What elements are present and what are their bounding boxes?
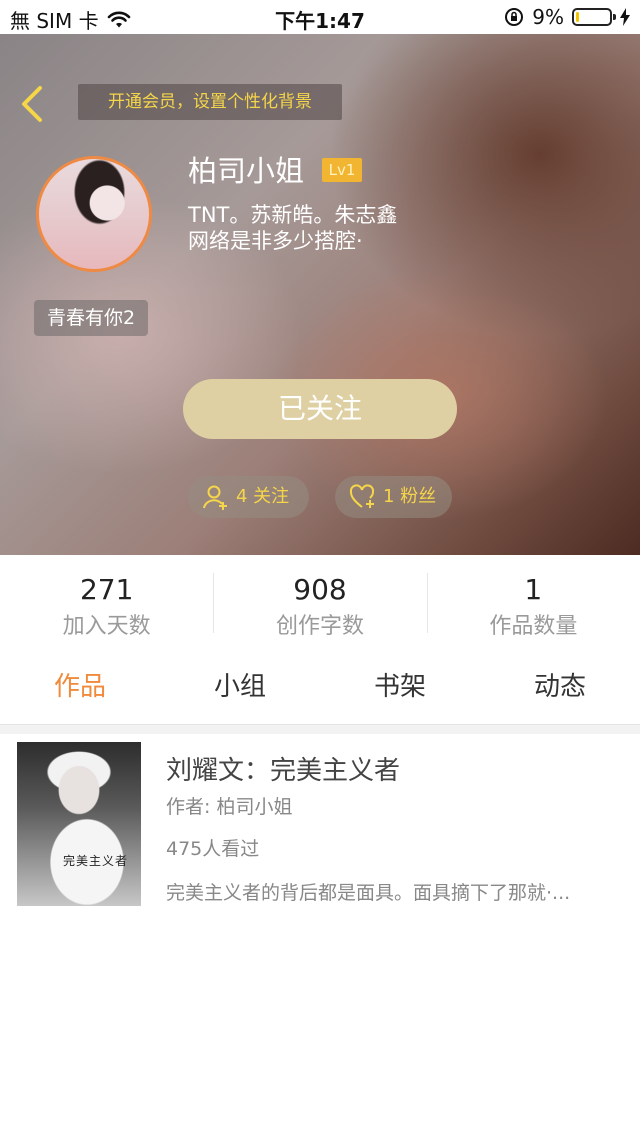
- divider: [0, 724, 640, 734]
- user-add-icon: [203, 485, 227, 510]
- stat-label: 作品数量: [489, 614, 578, 639]
- stat-word-count: 908 创作字数: [213, 555, 426, 647]
- tab-activity[interactable]: 动态: [480, 655, 640, 725]
- charging-icon: [620, 8, 630, 26]
- following-label: 4 关注: [236, 486, 290, 507]
- cover-text: 完美主义者: [63, 854, 129, 868]
- bio-line-1: TNT。苏新皓。朱志鑫: [188, 203, 398, 227]
- heart-add-icon: [349, 484, 375, 508]
- work-title: 刘耀文：完美主义者: [166, 756, 401, 786]
- profile-tabs: 作品 小组 书架 动态: [0, 655, 640, 725]
- work-author: 作者: 柏司小姐: [166, 796, 293, 818]
- back-button[interactable]: [16, 84, 50, 124]
- stat-join-days: 271 加入天数: [0, 555, 213, 647]
- work-card[interactable]: 完美主义者 刘耀文：完美主义者 作者: 柏司小姐 475人看过 完美主义者的背后…: [10, 734, 630, 914]
- chevron-left-icon: [22, 86, 42, 122]
- work-description: 完美主义者的背后都是面具。面具摘下了那就·...: [166, 882, 571, 904]
- following-button[interactable]: 4 关注: [188, 476, 309, 518]
- profile-header: 开通会员，设置个性化背景 青春有你2 柏司小姐 Lv1 TNT。苏新皓。朱志鑫 …: [0, 34, 640, 555]
- work-cover[interactable]: 完美主义者: [17, 742, 141, 906]
- battery-percent: 9%: [532, 5, 564, 29]
- stat-value: 908: [293, 573, 347, 606]
- stat-value: 1: [524, 573, 543, 606]
- tab-bookshelf[interactable]: 书架: [320, 655, 480, 725]
- battery-icon: [572, 8, 616, 26]
- stat-work-count: 1 作品数量: [426, 555, 640, 647]
- work-views: 475人看过: [166, 838, 260, 860]
- follow-button[interactable]: 已关注: [183, 379, 457, 439]
- orientation-lock-icon: [505, 8, 524, 26]
- vip-banner[interactable]: 开通会员，设置个性化背景: [78, 84, 342, 120]
- level-badge: Lv1: [322, 158, 362, 182]
- stats-row: 271 加入天数 908 创作字数 1 作品数量: [0, 555, 640, 647]
- avatar-tag: 青春有你2: [34, 300, 148, 336]
- fans-label: 1 粉丝: [383, 486, 437, 507]
- tab-groups[interactable]: 小组: [160, 655, 320, 725]
- stat-value: 271: [79, 573, 134, 606]
- tab-works[interactable]: 作品: [0, 655, 160, 725]
- stat-label: 加入天数: [62, 614, 151, 639]
- username: 柏司小姐: [188, 154, 305, 188]
- fans-button[interactable]: 1 粉丝: [335, 476, 452, 518]
- bio: TNT。苏新皓。朱志鑫 网络是非多少搭腔·: [188, 202, 397, 254]
- bio-line-2: 网络是非多少搭腔·: [188, 229, 363, 253]
- status-bar: 無 SIM 卡 下午1:47 9%: [0, 0, 640, 34]
- avatar[interactable]: [36, 156, 152, 272]
- stat-label: 创作字数: [275, 614, 364, 639]
